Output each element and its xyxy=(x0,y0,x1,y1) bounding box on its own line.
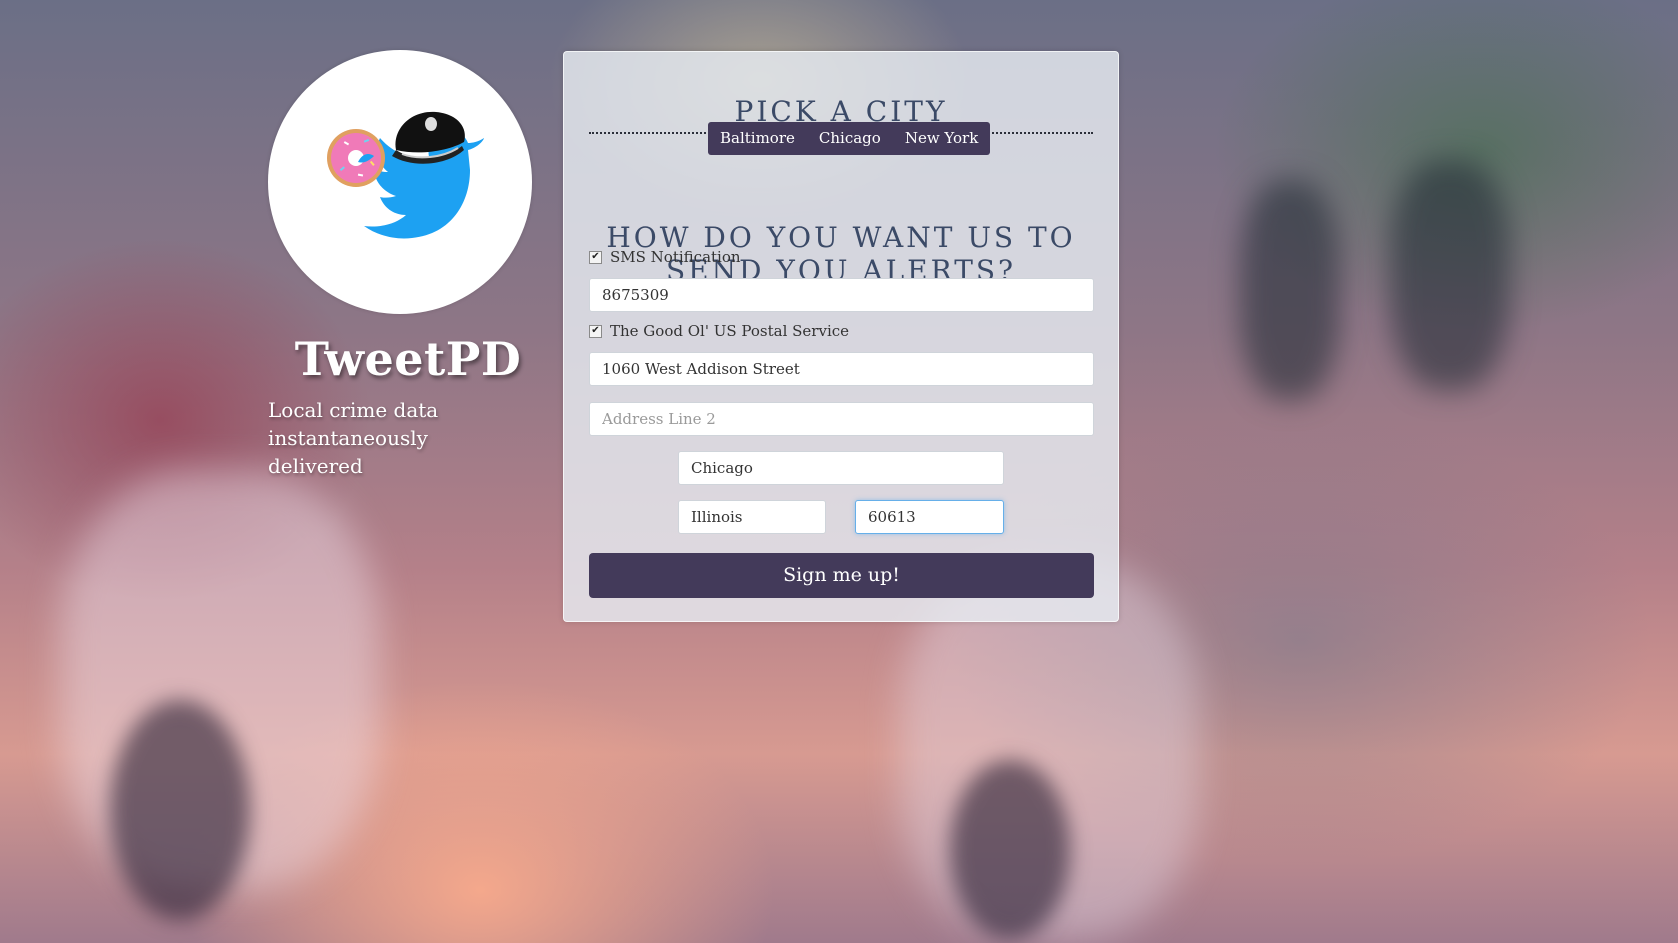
city-button-chicago[interactable]: Chicago xyxy=(807,122,893,155)
logo xyxy=(268,50,532,314)
brand-name: TweetPD xyxy=(294,332,522,386)
sms-label: SMS Notification xyxy=(610,248,741,266)
hat-badge xyxy=(425,117,437,131)
brand-block: TweetPD Local crime data instantaneously… xyxy=(268,50,548,480)
alerts-title: HOW DO YOU WANT US TO SEND YOU ALERTS? xyxy=(589,173,1093,289)
city-input[interactable] xyxy=(678,451,1004,485)
signup-panel: PICK A CITY Baltimore Chicago New York H… xyxy=(563,51,1119,622)
brand-tagline: Local crime data instantaneously deliver… xyxy=(268,398,439,478)
address-line1-input[interactable] xyxy=(589,352,1094,386)
city-button-baltimore[interactable]: Baltimore xyxy=(708,122,807,155)
sms-checkbox[interactable]: ✔ xyxy=(589,250,602,264)
postal-label: The Good Ol' US Postal Service xyxy=(610,322,850,340)
city-button-new-york[interactable]: New York xyxy=(893,122,991,155)
background-figure xyxy=(1390,160,1510,390)
zip-input[interactable] xyxy=(855,500,1004,534)
postal-checkbox[interactable]: ✔ xyxy=(589,324,602,338)
sms-option[interactable]: ✔ SMS Notification xyxy=(589,248,741,266)
background-figure xyxy=(1240,180,1340,400)
city-button-group: Baltimore Chicago New York xyxy=(708,122,991,155)
police-bird-donut-icon xyxy=(327,111,484,239)
state-input[interactable] xyxy=(678,500,826,534)
background-wheel-right xyxy=(950,760,1070,940)
sign-up-button[interactable]: Sign me up! xyxy=(589,553,1094,598)
phone-input[interactable] xyxy=(589,278,1094,312)
address-line2-input[interactable] xyxy=(589,402,1094,436)
background-wheel-left xyxy=(110,700,250,920)
postal-option[interactable]: ✔ The Good Ol' US Postal Service xyxy=(589,322,849,340)
